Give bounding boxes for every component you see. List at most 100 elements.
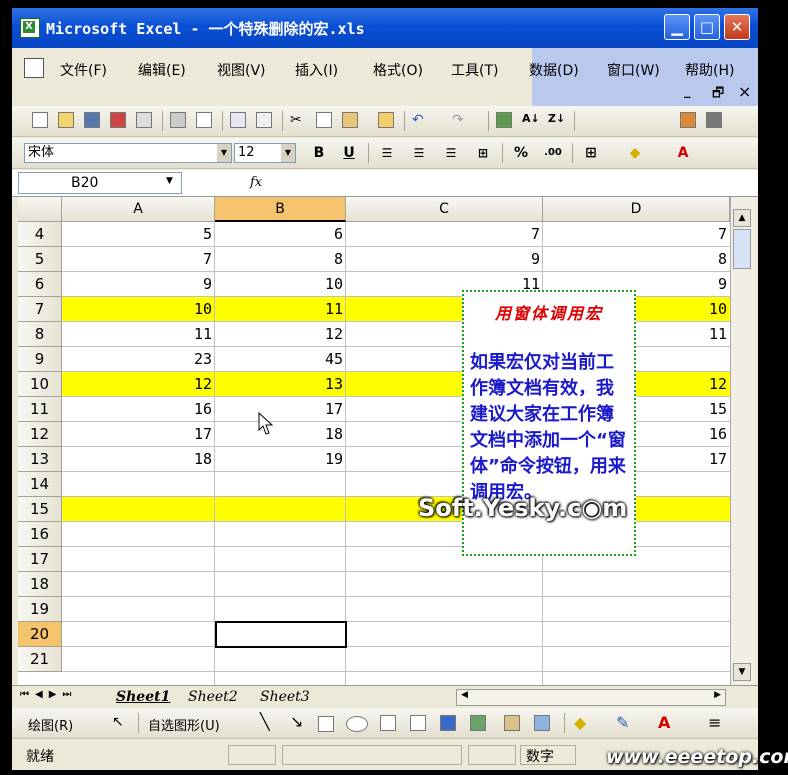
cell-c20[interactable] bbox=[346, 622, 543, 647]
cell-a18[interactable] bbox=[62, 572, 215, 597]
column-header-c[interactable]: C bbox=[346, 197, 543, 222]
wordart-icon[interactable] bbox=[440, 715, 456, 731]
close-button[interactable]: ✕ bbox=[724, 14, 750, 40]
cell-b19[interactable] bbox=[215, 597, 346, 622]
excel-app-icon[interactable]: X bbox=[20, 18, 40, 38]
chart-wizard-icon[interactable] bbox=[680, 112, 696, 128]
scroll-down-button[interactable]: ▼ bbox=[733, 663, 751, 681]
row-header-19[interactable]: 19 bbox=[18, 597, 62, 622]
column-header-d[interactable]: D bbox=[543, 197, 730, 222]
row-header-16[interactable]: 16 bbox=[18, 522, 62, 547]
cell-b8[interactable]: 12 bbox=[215, 322, 346, 347]
cell-b16[interactable] bbox=[215, 522, 346, 547]
cell-a6[interactable]: 9 bbox=[62, 272, 215, 297]
column-header-a[interactable]: A bbox=[62, 197, 215, 222]
name-box[interactable]: B20 bbox=[18, 172, 182, 194]
cell-d18[interactable] bbox=[543, 572, 730, 597]
row-header-14[interactable]: 14 bbox=[18, 472, 62, 497]
cell-a19[interactable] bbox=[62, 597, 215, 622]
new-icon[interactable] bbox=[32, 112, 48, 128]
email-icon[interactable] bbox=[136, 112, 152, 128]
percent-button[interactable]: % bbox=[510, 143, 532, 163]
cell-a14[interactable] bbox=[62, 472, 215, 497]
diagram-icon[interactable] bbox=[470, 715, 486, 731]
cell-a10[interactable]: 12 bbox=[62, 372, 215, 397]
underline-button[interactable]: U bbox=[338, 143, 360, 163]
cell-a13[interactable]: 18 bbox=[62, 447, 215, 472]
line-style-icon[interactable]: ≡ bbox=[708, 713, 721, 732]
open-icon[interactable] bbox=[58, 112, 74, 128]
cell-b12[interactable]: 18 bbox=[215, 422, 346, 447]
tab-sheet2[interactable]: Sheet2 bbox=[188, 689, 238, 705]
scroll-right-button[interactable]: ▶ bbox=[714, 690, 721, 700]
autoshapes-menu-button[interactable]: 自选图形(U) bbox=[148, 715, 220, 734]
print-preview-icon[interactable] bbox=[196, 112, 212, 128]
menu-file[interactable]: 文件(F) bbox=[60, 60, 107, 80]
cell-a20[interactable] bbox=[62, 622, 215, 647]
cell-c18[interactable] bbox=[346, 572, 543, 597]
drawing-icon[interactable] bbox=[706, 112, 722, 128]
doc-minimize-button[interactable]: _ bbox=[684, 84, 691, 99]
scroll-left-button[interactable]: ◀ bbox=[461, 690, 468, 700]
cell-a5[interactable]: 7 bbox=[62, 247, 215, 272]
cell-d5[interactable]: 8 bbox=[543, 247, 730, 272]
font-name-select[interactable]: 宋体 ▼ bbox=[24, 143, 232, 163]
scroll-up-button[interactable]: ▲ bbox=[733, 209, 751, 227]
spelling-icon[interactable] bbox=[230, 112, 246, 128]
cell-a7[interactable]: 10 bbox=[62, 297, 215, 322]
redo-icon[interactable]: ↷ bbox=[452, 112, 468, 128]
bold-button[interactable]: B bbox=[308, 143, 330, 163]
scroll-thumb[interactable] bbox=[733, 229, 751, 269]
cell-a9[interactable]: 23 bbox=[62, 347, 215, 372]
line-icon[interactable]: ╲ bbox=[260, 712, 270, 731]
rectangle-icon[interactable] bbox=[318, 716, 334, 732]
row-header-10[interactable]: 10 bbox=[18, 372, 62, 397]
print-icon[interactable] bbox=[170, 112, 186, 128]
tab-navigation-icons[interactable]: ⏮◀▶⏭ bbox=[20, 689, 77, 700]
doc-restore-button[interactable]: 🗗 bbox=[712, 84, 724, 106]
cell-d20[interactable] bbox=[543, 622, 730, 647]
vertical-textbox-icon[interactable] bbox=[410, 715, 426, 731]
align-right-button[interactable]: ☰ bbox=[440, 143, 462, 163]
row-header-7[interactable]: 7 bbox=[18, 297, 62, 322]
row-header-5[interactable]: 5 bbox=[18, 247, 62, 272]
formula-input[interactable] bbox=[270, 172, 754, 194]
cell-a21[interactable] bbox=[62, 647, 215, 672]
row-header-11[interactable]: 11 bbox=[18, 397, 62, 422]
tab-sheet3[interactable]: Sheet3 bbox=[260, 689, 310, 705]
cell-b6[interactable]: 10 bbox=[215, 272, 346, 297]
cell-c5[interactable]: 9 bbox=[346, 247, 543, 272]
cell-a8[interactable]: 11 bbox=[62, 322, 215, 347]
row-header-18[interactable]: 18 bbox=[18, 572, 62, 597]
cell-b15[interactable] bbox=[215, 497, 346, 522]
minimize-button[interactable]: ▁ bbox=[664, 14, 690, 40]
line-color-icon[interactable]: ✎ bbox=[616, 713, 629, 732]
cell-a4[interactable]: 5 bbox=[62, 222, 215, 247]
workbook-icon[interactable] bbox=[24, 58, 44, 78]
horizontal-scrollbar[interactable]: ◀ ▶ bbox=[456, 689, 726, 706]
align-left-button[interactable]: ☰ bbox=[376, 143, 398, 163]
chevron-down-icon[interactable]: ▼ bbox=[217, 144, 231, 162]
row-header-13[interactable]: 13 bbox=[18, 447, 62, 472]
clipart-icon[interactable] bbox=[504, 715, 520, 731]
chevron-down-icon[interactable]: ▼ bbox=[281, 144, 295, 162]
fill-color-icon[interactable]: ◆ bbox=[574, 713, 586, 732]
draw-menu-button[interactable]: 绘图(R) bbox=[28, 715, 73, 734]
oval-icon[interactable] bbox=[346, 716, 368, 732]
textbox-icon[interactable] bbox=[380, 715, 396, 731]
column-header-b[interactable]: B bbox=[215, 197, 346, 222]
row-header-20[interactable]: 20 bbox=[18, 622, 62, 647]
doc-close-button[interactable]: × bbox=[738, 82, 751, 101]
paste-icon[interactable] bbox=[342, 112, 358, 128]
picture-icon[interactable] bbox=[534, 715, 550, 731]
cell-b11[interactable]: 17 bbox=[215, 397, 346, 422]
font-color-icon[interactable]: A bbox=[658, 713, 670, 732]
font-size-select[interactable]: 12 ▼ bbox=[234, 143, 296, 163]
sort-descending-icon[interactable]: Z↓ bbox=[548, 112, 565, 128]
cell-b4[interactable]: 6 bbox=[215, 222, 346, 247]
copy-icon[interactable] bbox=[316, 112, 332, 128]
row-header-4[interactable]: 4 bbox=[18, 222, 62, 247]
select-all-corner[interactable] bbox=[18, 197, 62, 222]
cell-a12[interactable]: 17 bbox=[62, 422, 215, 447]
format-painter-icon[interactable] bbox=[378, 112, 394, 128]
